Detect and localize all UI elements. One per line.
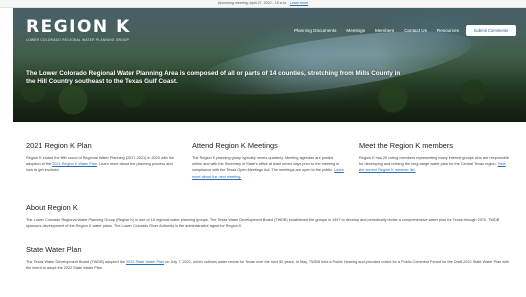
members-column: Meet the Region K members Region K has 2…	[359, 141, 511, 174]
nav-planning-documents[interactable]: Planning Documents	[294, 27, 336, 35]
plan-column: 2021 Region K Plan Region K ended the fi…	[26, 141, 180, 174]
site-logo[interactable]: REGION K LOWER COLORADO REGIONAL WATER P…	[26, 19, 136, 45]
submit-comments-button[interactable]: Submit Comments	[466, 25, 516, 36]
plan-text: Region K ended the fifth round of Region…	[26, 155, 180, 174]
members-heading: Meet the Region K members	[359, 141, 454, 150]
state-water-plan-text-before: The Texas Water Development Board (TWDB)…	[26, 260, 125, 264]
members-text-body: Region K has 25 voting members represent…	[359, 156, 509, 167]
state-water-plan-heading: State Water Plan	[26, 245, 82, 254]
nav-members[interactable]: Members	[375, 27, 394, 35]
meetings-heading: Attend Region K Meetings	[192, 141, 278, 150]
nav-contact-us[interactable]: Contact Us	[404, 27, 427, 35]
meetings-text: The Region K planning group typically me…	[192, 155, 344, 180]
about-section: About Region K The Lower Colorado Region…	[26, 203, 512, 229]
announcement-link[interactable]: Learn more	[290, 1, 308, 5]
meetings-column: Attend Region K Meetings The Region K pl…	[192, 141, 344, 180]
about-text: The Lower Colorado Regional Water Planni…	[26, 218, 500, 229]
state-water-plan-link[interactable]: 2022 State Water Plan	[126, 260, 164, 264]
plan-link[interactable]: 2021 Region K Water Plan	[52, 162, 97, 166]
nav-meetings[interactable]: Meetings	[346, 27, 365, 35]
state-water-plan-section: State Water Plan The Texas Water Develop…	[26, 245, 512, 271]
state-water-plan-text: The Texas Water Development Board (TWDB)…	[26, 259, 512, 271]
logo-tagline: LOWER COLORADO REGIONAL WATER PLANNING G…	[26, 38, 130, 42]
logo-name: REGION K	[26, 17, 131, 37]
plan-heading: 2021 Region K Plan	[26, 141, 92, 150]
nav-resources[interactable]: Resources	[437, 27, 459, 35]
meetings-text-body: The Region K planning group typically me…	[192, 156, 340, 173]
announcement-text: Upcoming meeting: April 27, 2022 - 10 a.…	[217, 1, 287, 5]
about-heading: About Region K	[26, 203, 78, 212]
main-nav: Planning Documents Meetings Members Cont…	[294, 27, 459, 35]
members-text: Region K has 25 voting members represent…	[359, 155, 511, 174]
announcement-bar: Upcoming meeting: April 27, 2022 - 10 a.…	[0, 0, 526, 8]
hero-description: The Lower Colorado Regional Water Planni…	[26, 70, 401, 86]
